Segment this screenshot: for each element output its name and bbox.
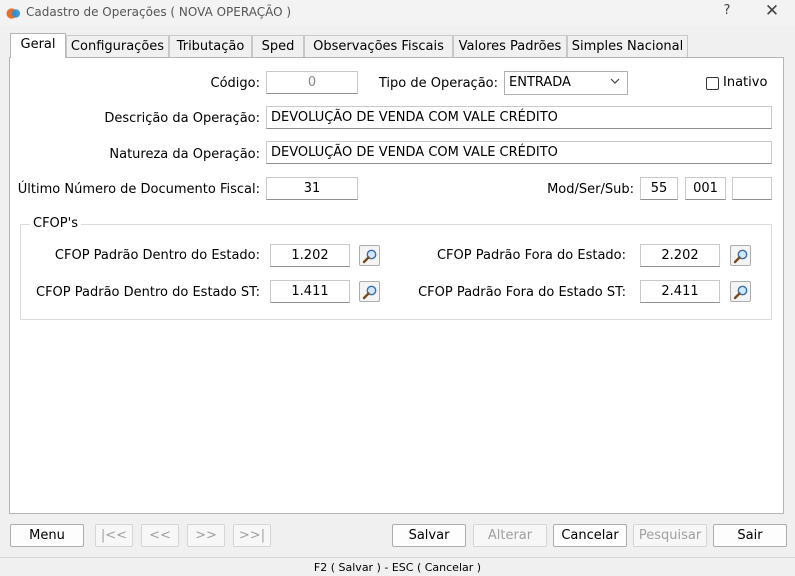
tipo-operacao-select[interactable]: ENTRADA — [504, 71, 628, 95]
mod-input[interactable]: 55 — [640, 177, 678, 200]
descricao-input[interactable]: DEVOLUÇÃO DE VENDA COM VALE CRÉDITO — [266, 106, 772, 129]
descricao-label: Descrição da Operação: — [104, 111, 260, 126]
chevron-down-icon — [610, 78, 620, 84]
cfop-fora-search-button[interactable] — [730, 245, 751, 266]
first-record-button[interactable]: |<< — [95, 524, 133, 547]
cfop-dentro-input[interactable]: 1.202 — [270, 244, 350, 267]
tab-sped[interactable]: Sped — [252, 35, 304, 57]
mod-ser-sub-label: Mod/Ser/Sub: — [547, 182, 634, 197]
pesquisar-button[interactable]: Pesquisar — [633, 524, 707, 547]
tipo-operacao-value: ENTRADA — [509, 75, 571, 90]
inativo-checkbox[interactable] — [706, 77, 719, 90]
cfops-group — [20, 224, 772, 320]
natureza-label: Natureza da Operação: — [109, 147, 260, 162]
cancelar-button[interactable]: Cancelar — [553, 524, 627, 547]
magnifier-icon — [362, 249, 377, 264]
cfop-fora-label: CFOP Padrão Fora do Estado: — [436, 248, 626, 263]
inativo-label: Inativo — [723, 75, 768, 90]
cfop-fora-input[interactable]: 2.202 — [640, 244, 720, 267]
cfop-fora-st-search-button[interactable] — [730, 281, 751, 302]
cfop-dentro-st-label: CFOP Padrão Dentro do Estado ST: — [36, 285, 260, 300]
last-record-button[interactable]: >>| — [233, 524, 271, 547]
salvar-button[interactable]: Salvar — [392, 524, 466, 547]
codigo-label: Código: — [210, 76, 260, 91]
magnifier-icon — [733, 249, 748, 264]
ultimo-numero-label: Último Número de Documento Fiscal: — [17, 182, 260, 197]
tipo-operacao-label: Tipo de Operação: — [378, 76, 498, 91]
tab-simples-nacional[interactable]: Simples Nacional — [567, 35, 688, 57]
ser-input[interactable]: 001 — [685, 177, 726, 200]
cfop-dentro-search-button[interactable] — [359, 245, 380, 266]
cfop-fora-st-label: CFOP Padrão Fora do Estado ST: — [418, 285, 626, 300]
close-icon[interactable]: ✕ — [760, 1, 784, 21]
tab-tributacao[interactable]: Tributação — [169, 35, 252, 57]
cfop-fora-st-input[interactable]: 2.411 — [640, 280, 720, 303]
cfop-dentro-label: CFOP Padrão Dentro do Estado: — [54, 248, 260, 263]
help-button[interactable]: ? — [718, 3, 736, 18]
previous-record-button[interactable]: << — [141, 524, 179, 547]
natureza-input[interactable]: DEVOLUÇÃO DE VENDA COM VALE CRÉDITO — [266, 141, 772, 164]
sair-button[interactable]: Sair — [713, 524, 787, 547]
status-bar: F2 ( Salvar ) - ESC ( Cancelar ) — [0, 557, 795, 576]
sub-input[interactable] — [732, 177, 772, 200]
cfop-dentro-st-search-button[interactable] — [359, 281, 380, 302]
alterar-button[interactable]: Alterar — [473, 524, 547, 547]
magnifier-icon — [362, 285, 377, 300]
cfop-dentro-st-input[interactable]: 1.411 — [270, 280, 350, 303]
tab-configuracoes[interactable]: Configurações — [66, 35, 169, 57]
window-title: Cadastro de Operações ( NOVA OPERAÇÃO ) — [26, 5, 292, 19]
ultimo-numero-input[interactable]: 31 — [266, 177, 358, 200]
codigo-input[interactable]: 0 — [266, 71, 358, 94]
menu-button[interactable]: Menu — [10, 524, 84, 547]
tab-observacoes-fiscais[interactable]: Observações Fiscais — [304, 35, 453, 57]
app-logo-icon — [6, 8, 21, 19]
cfops-group-title: CFOP's — [30, 216, 81, 231]
tab-valores-padroes[interactable]: Valores Padrões — [453, 35, 567, 57]
magnifier-icon — [733, 285, 748, 300]
tab-geral[interactable]: Geral — [10, 33, 66, 58]
next-record-button[interactable]: >> — [187, 524, 225, 547]
